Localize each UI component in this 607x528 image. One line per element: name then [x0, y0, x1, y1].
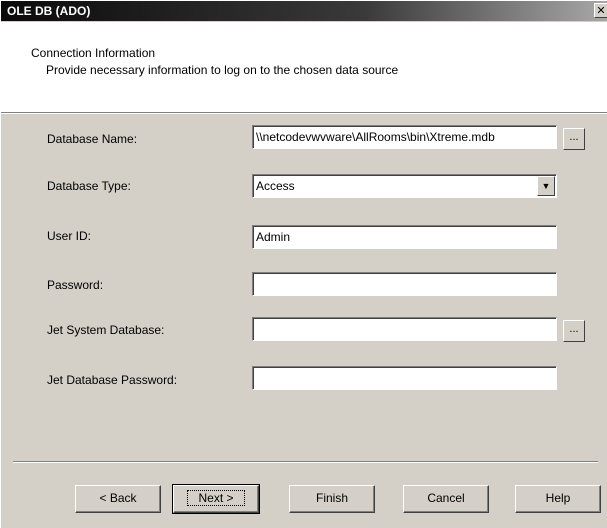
jet-database-password-field[interactable] [252, 366, 557, 390]
back-button[interactable]: < Back [75, 485, 161, 513]
chevron-down-icon[interactable]: ▼ [537, 176, 555, 196]
next-button[interactable]: Next > [172, 484, 260, 514]
footer-separator [13, 461, 598, 463]
database-name-field[interactable]: \\netcodevwvware\AllRooms\bin\Xtreme.mdb [252, 125, 557, 149]
database-type-select[interactable]: Access ▼ [252, 174, 557, 198]
database-name-browse-button[interactable]: ... [563, 128, 585, 150]
header-separator [1, 112, 607, 114]
password-label: Password: [47, 278, 104, 292]
header-title: Connection Information [31, 46, 156, 60]
finish-button[interactable]: Finish [289, 485, 375, 513]
header-subtitle: Provide necessary information to log on … [46, 63, 399, 77]
user-id-field[interactable]: Admin [252, 225, 557, 249]
user-id-label: User ID: [47, 229, 92, 243]
jet-system-database-browse-button[interactable]: ... [563, 320, 585, 342]
header-panel: Connection Information Provide necessary… [1, 22, 607, 112]
help-button[interactable]: Help [515, 485, 601, 513]
close-icon[interactable]: ✕ [594, 3, 607, 18]
jet-system-database-label: Jet System Database: [47, 323, 165, 337]
database-type-label: Database Type: [47, 179, 131, 193]
title-bar[interactable]: OLE DB (ADO) ✕ [1, 1, 607, 21]
cancel-button[interactable]: Cancel [403, 485, 489, 513]
window-title: OLE DB (ADO) [7, 4, 91, 18]
password-field[interactable] [252, 272, 557, 296]
jet-database-password-label: Jet Database Password: [47, 373, 178, 387]
database-name-label: Database Name: [47, 132, 138, 146]
jet-system-database-field[interactable] [252, 317, 557, 341]
database-type-value: Access [256, 179, 295, 193]
ole-db-dialog: OLE DB (ADO) ✕ Connection Information Pr… [0, 0, 607, 528]
next-button-label: Next > [187, 490, 245, 506]
